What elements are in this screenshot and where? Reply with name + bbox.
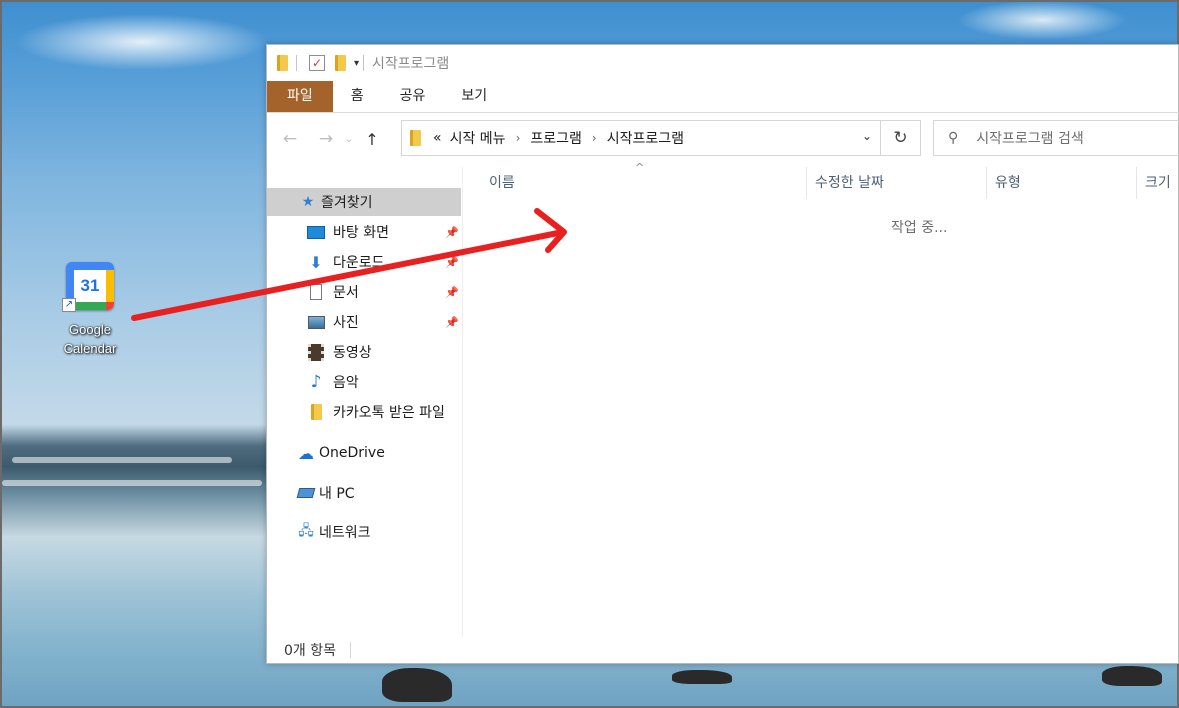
sidebar-item-documents[interactable]: 문서 📌 bbox=[267, 278, 463, 306]
new-folder-icon[interactable] bbox=[335, 55, 346, 71]
desktop-icon bbox=[307, 224, 325, 240]
calendar-day-number: 31 bbox=[74, 270, 106, 302]
sidebar-item-pictures[interactable]: 사진 📌 bbox=[267, 308, 463, 336]
sidebar-item-label: 즐겨찾기 bbox=[321, 195, 373, 211]
sidebar-item-this-pc[interactable]: 내 PC bbox=[267, 479, 463, 507]
network-icon: 🖧 bbox=[298, 523, 314, 539]
document-icon bbox=[307, 284, 325, 300]
sidebar-item-desktop[interactable]: 바탕 화면 📌 bbox=[267, 218, 463, 246]
column-size[interactable]: 크기 bbox=[1137, 167, 1179, 199]
sidebar-item-label: 카카오톡 받은 파일 bbox=[333, 405, 445, 421]
breadcrumb-programs[interactable]: 프로그램 bbox=[530, 128, 582, 148]
item-count: 0개 항목 bbox=[284, 643, 336, 659]
wave-decoration bbox=[2, 480, 262, 486]
ribbon-tabs: 파일 홈 공유 보기 bbox=[267, 81, 1179, 113]
sidebar-item-label: 음악 bbox=[333, 375, 359, 391]
music-note-icon: ♪ bbox=[310, 372, 322, 392]
properties-icon[interactable]: ✓ bbox=[309, 55, 325, 71]
divider bbox=[296, 55, 297, 71]
chevron-down-icon[interactable]: ⌄ bbox=[862, 129, 872, 143]
sidebar-item-network[interactable]: 🖧 네트워크 bbox=[267, 518, 463, 546]
sidebar-item-music[interactable]: ♪ 음악 bbox=[267, 368, 463, 396]
folder-icon bbox=[307, 404, 325, 420]
file-list-area: ^ 이름 수정한 날짜 유형 크기 작업 중... bbox=[463, 161, 1179, 637]
download-arrow-icon: ⬇ bbox=[309, 252, 323, 272]
sidebar-item-videos[interactable]: 동영상 bbox=[267, 338, 463, 366]
tab-view[interactable]: 보기 bbox=[443, 81, 505, 112]
film-icon bbox=[307, 343, 325, 361]
tab-home[interactable]: 홈 bbox=[333, 81, 382, 112]
chevron-right-icon[interactable]: › bbox=[516, 131, 521, 145]
navigation-pane: ★ 즐겨찾기 바탕 화면 📌 ⬇ 다운로드 📌 문서 📌 사진 📌 동영상 ♪ … bbox=[267, 167, 463, 637]
customize-quick-access-icon[interactable]: ▾ bbox=[354, 58, 359, 69]
sidebar-item-label: OneDrive bbox=[319, 445, 385, 461]
picture-icon bbox=[307, 314, 325, 330]
sidebar-item-quick-access[interactable]: ★ 즐겨찾기 bbox=[267, 188, 461, 216]
search-placeholder: 시작프로그램 검색 bbox=[976, 131, 1084, 147]
sidebar-item-onedrive[interactable]: ☁ OneDrive bbox=[267, 439, 463, 467]
rock-decoration bbox=[382, 668, 452, 702]
sidebar-item-label: 내 PC bbox=[319, 486, 355, 502]
column-type[interactable]: 유형 bbox=[987, 167, 1137, 199]
sidebar-item-label: 동영상 bbox=[333, 345, 372, 361]
shortcut-label-line1: Google bbox=[69, 322, 111, 337]
pin-icon[interactable]: 📌 bbox=[445, 316, 459, 329]
pin-icon[interactable]: 📌 bbox=[445, 256, 459, 269]
status-bar: 0개 항목 bbox=[267, 637, 1179, 663]
shortcut-arrow-icon: ↗ bbox=[62, 298, 76, 312]
pin-icon[interactable]: 📌 bbox=[445, 286, 459, 299]
divider bbox=[350, 642, 351, 658]
address-row: ← → ⌄ ↑ « 시작 메뉴 › 프로그램 › 시작프로그램 ⌄ ↻ ⚲ 시작… bbox=[267, 114, 1179, 164]
sidebar-item-label: 다운로드 bbox=[333, 255, 385, 271]
breadcrumb-start-menu[interactable]: 시작 메뉴 bbox=[450, 128, 506, 148]
sidebar-item-label: 네트워크 bbox=[319, 525, 371, 541]
shortcut-label: Google Calendar bbox=[52, 320, 128, 358]
wave-decoration bbox=[12, 457, 232, 463]
address-bar[interactable]: « 시작 메뉴 › 프로그램 › 시작프로그램 ⌄ bbox=[401, 120, 881, 156]
sidebar-item-label: 사진 bbox=[333, 315, 359, 331]
sidebar-item-label: 문서 bbox=[333, 285, 359, 301]
sidebar-item-downloads[interactable]: ⬇ 다운로드 📌 bbox=[267, 248, 463, 276]
window-title: 시작프로그램 bbox=[372, 56, 450, 72]
google-calendar-shortcut[interactable]: 31 ↗ Google Calendar bbox=[52, 262, 128, 358]
chevron-right-icon[interactable]: › bbox=[592, 131, 597, 145]
rock-decoration bbox=[672, 670, 732, 684]
pin-icon[interactable]: 📌 bbox=[445, 226, 459, 239]
folder-icon bbox=[277, 55, 288, 71]
breadcrumb-startup[interactable]: 시작프로그램 bbox=[607, 128, 684, 148]
column-name[interactable]: 이름 bbox=[481, 167, 807, 199]
tab-share[interactable]: 공유 bbox=[382, 81, 444, 112]
rock-decoration bbox=[1102, 666, 1162, 686]
tab-file[interactable]: 파일 bbox=[267, 81, 333, 112]
computer-icon bbox=[296, 485, 316, 501]
file-explorer-window: ✓ ▾ 시작프로그램 파일 홈 공유 보기 ← → ⌄ ↑ « 시작 메뉴 › … bbox=[266, 44, 1179, 664]
search-icon: ⚲ bbox=[948, 130, 959, 146]
breadcrumb-overflow[interactable]: « bbox=[433, 130, 442, 146]
cloud-icon: ☁ bbox=[298, 443, 314, 463]
shortcut-label-line2: Calendar bbox=[63, 341, 117, 356]
recent-locations-chevron-icon[interactable]: ⌄ bbox=[341, 134, 357, 145]
forward-arrow-icon[interactable]: → bbox=[311, 129, 341, 149]
loading-text: 작업 중... bbox=[891, 220, 948, 236]
up-arrow-icon[interactable]: ↑ bbox=[357, 130, 387, 149]
back-arrow-icon[interactable]: ← bbox=[275, 129, 305, 149]
star-icon: ★ bbox=[301, 194, 315, 210]
title-bar: ✓ ▾ 시작프로그램 bbox=[267, 45, 1179, 81]
divider bbox=[363, 55, 365, 71]
folder-icon bbox=[410, 130, 421, 146]
sidebar-item-label: 바탕 화면 bbox=[333, 225, 389, 241]
search-input[interactable]: ⚲ 시작프로그램 검색 bbox=[933, 120, 1179, 156]
refresh-icon[interactable]: ↻ bbox=[881, 120, 921, 156]
column-date-modified[interactable]: 수정한 날짜 bbox=[807, 167, 987, 199]
sidebar-item-kakaotalk-files[interactable]: 카카오톡 받은 파일 bbox=[267, 398, 463, 426]
